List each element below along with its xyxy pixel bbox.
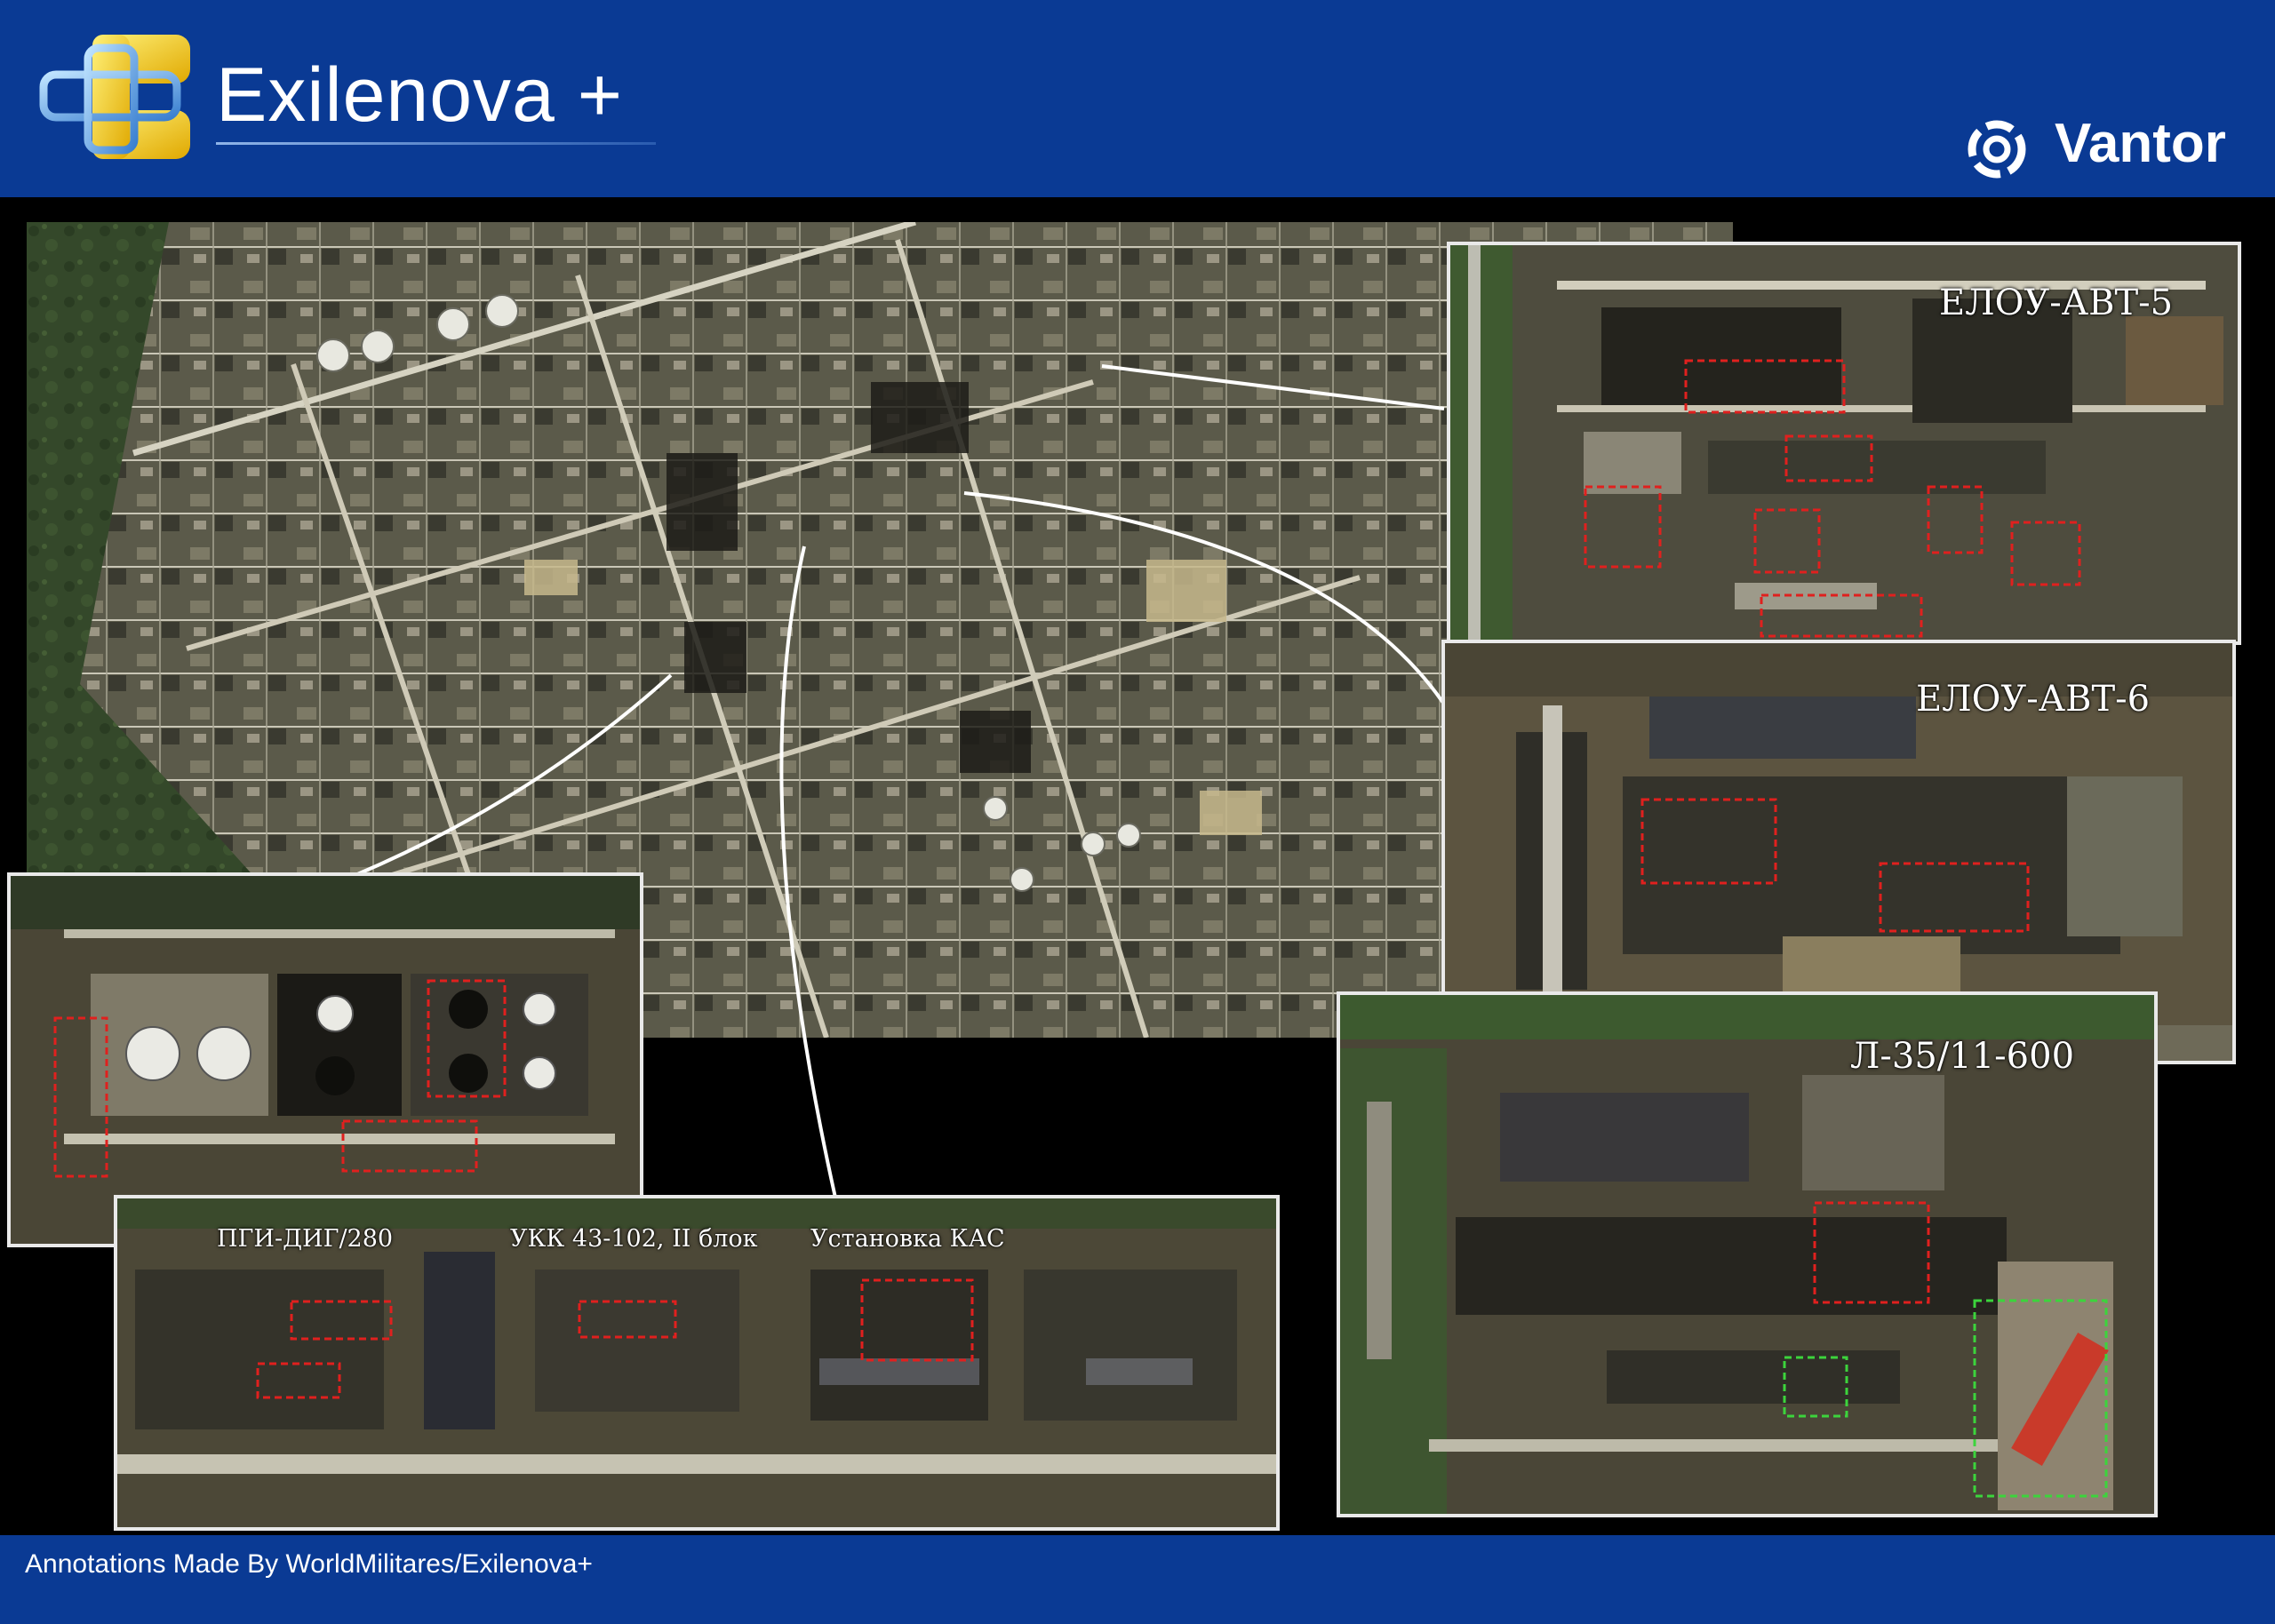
inset-label-l35: Л-35/11-600: [1850, 1036, 2075, 1077]
vantor-ring-icon: [1968, 120, 2026, 179]
inset-process-units: ПГИ-ДИГ/280 УКК 43-102, II блок Установк…: [114, 1195, 1280, 1531]
damage-markers-tank-farm: [53, 979, 507, 1178]
brand-underline: [216, 142, 656, 145]
unit-label-kas: Установка КАС: [810, 1225, 1005, 1253]
inset-l35: Л-35/11-600: [1337, 991, 2158, 1517]
inset-tank-farm: [7, 872, 643, 1247]
exilenova-cross-logo-icon: [39, 35, 190, 159]
footer-bar: [0, 1535, 2275, 1624]
brand-name: Exilenova +: [216, 52, 624, 138]
unit-label-ukk: УКК 43-102, II блок: [510, 1225, 758, 1253]
unit-label-pgi-dig: ПГИ-ДИГ/280: [217, 1225, 394, 1253]
inset-elou-avt5: ЕЛОУ-АВТ-5: [1447, 242, 2241, 645]
inset-label-elou-avt6: ЕЛОУ-АВТ-6: [1916, 679, 2151, 720]
footer-credit: Annotations Made By WorldMilitares/Exile…: [25, 1549, 593, 1579]
partner-name: Vantor: [2055, 113, 2226, 174]
inset-label-elou-avt5: ЕЛОУ-АВТ-5: [1939, 283, 2174, 323]
